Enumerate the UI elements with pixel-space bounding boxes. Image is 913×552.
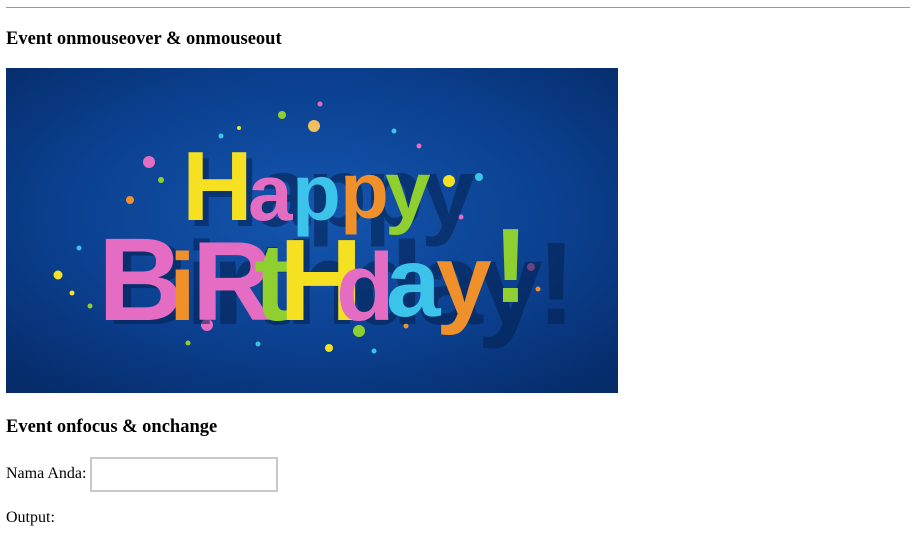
heading-mouse-events: Event onmouseover & onmouseout (6, 29, 282, 49)
happy-birthday-banner[interactable]: Happy Birthday! H a p p y B i R t H d a … (6, 68, 618, 393)
name-label: Nama Anda: (6, 465, 87, 482)
output-row: Output: (6, 508, 55, 528)
svg-text:a: a (386, 227, 442, 337)
svg-text:y: y (436, 224, 492, 336)
name-input[interactable] (90, 457, 278, 492)
output-label: Output: (6, 509, 55, 526)
svg-text:!: ! (493, 207, 528, 325)
heading-focus-events: Event onfocus & onchange (6, 417, 218, 437)
svg-text:y: y (385, 145, 431, 236)
horizontal-rule (6, 7, 910, 8)
